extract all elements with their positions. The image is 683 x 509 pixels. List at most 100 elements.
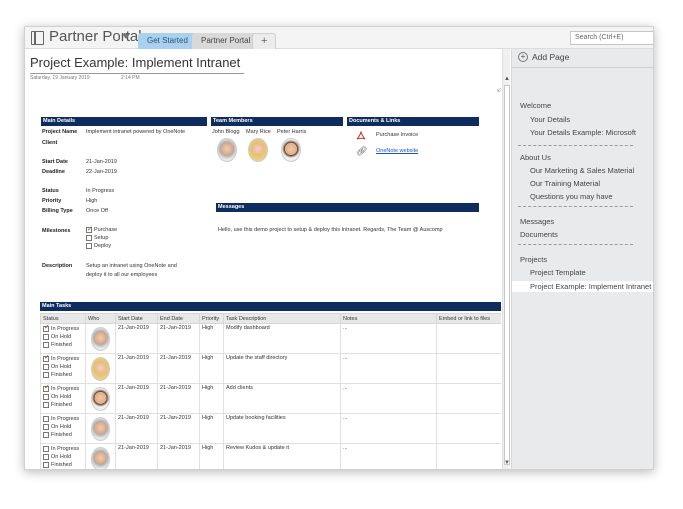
task-start-date[interactable]: 21-Jan-2019 [115,443,158,469]
task-description[interactable]: Review Kudos & update it [223,443,341,469]
add-section-tab[interactable]: + [252,33,277,49]
documents-header: Documents & Links [347,117,479,126]
member-name-mary: Mary Rice [246,129,271,135]
task-notes[interactable]: ... [340,353,437,384]
tasks-body: In ProgressOn HoldFinished21-Jan-201921-… [40,323,501,469]
status-checkbox[interactable] [43,462,49,468]
task-embed-files[interactable] [436,383,501,414]
milestone-setup-label: Setup [94,235,109,241]
avatar[interactable] [91,387,110,411]
task-priority[interactable]: High [199,323,224,354]
sidebar-page-item[interactable]: Project Template [530,268,586,277]
status-checkbox[interactable] [43,394,49,400]
milestone-setup-checkbox[interactable] [86,235,92,241]
status-checkbox[interactable] [43,334,49,340]
status-checkbox[interactable] [43,372,49,378]
sidebar-page-item[interactable]: Questions you may have [530,192,613,201]
task-notes[interactable]: ... [340,323,437,354]
sidebar-page-item[interactable]: Projects [520,255,547,264]
task-start-date[interactable]: 21-Jan-2019 [115,323,158,354]
sidebar-page-item[interactable]: About Us [520,153,551,162]
avatar[interactable] [91,417,110,441]
page-scrollbar[interactable]: ▲ ▼ [502,49,511,469]
status-checkbox[interactable] [43,416,49,422]
task-notes[interactable]: ... [340,383,437,414]
task-who-cell [85,443,116,469]
scroll-down-icon[interactable]: ▼ [503,459,511,467]
message-text[interactable]: Hello, use this demo project to setup & … [218,227,443,233]
add-page-button[interactable]: + Add Page [518,52,569,62]
status-checkbox[interactable] [43,364,49,370]
sidebar-page-item[interactable]: Welcome [520,101,551,110]
milestone-deploy-checkbox[interactable] [86,243,92,249]
description-line-2[interactable]: deploy it to all our employees [86,272,157,278]
search-input[interactable]: Search (Ctrl+E) [570,31,653,45]
sidebar-page-item[interactable]: Documents [520,230,558,239]
status-checkbox[interactable] [43,402,49,408]
deadline-value[interactable]: 22-Jan-2019 [86,169,117,175]
task-end-date[interactable]: 21-Jan-2019 [157,443,200,469]
avatar[interactable] [91,357,110,381]
tab-get-started[interactable]: Get Started [138,33,197,49]
billing-type-value[interactable]: Once Off [86,208,108,214]
status-value[interactable]: In Progress [86,188,114,194]
avatar-peter[interactable] [281,138,301,162]
sidebar-page-item[interactable]: Project Example: Implement Intranet [512,281,653,292]
chevron-down-icon[interactable] [122,34,130,39]
task-priority[interactable]: High [199,353,224,384]
status-checkbox[interactable] [43,324,50,332]
start-date-value[interactable]: 21-Jan-2019 [86,159,117,165]
sidebar-page-item[interactable]: Our Training Material [530,179,600,188]
task-description[interactable]: Modify dashboard [223,323,341,354]
pdf-icon[interactable] [356,131,366,141]
tab-partner-portal[interactable]: Partner Portal [192,33,260,49]
task-priority[interactable]: High [199,413,224,444]
task-embed-files[interactable] [436,413,501,444]
sidebar-page-item[interactable]: Your Details [530,115,570,124]
status-checkbox[interactable] [43,342,49,348]
onenote-website-link[interactable]: OneNote website [376,148,418,154]
task-status-cell: In Progress On Hold Finished [40,413,86,444]
status-checkbox[interactable] [43,354,50,362]
task-start-date[interactable]: 21-Jan-2019 [115,383,158,414]
task-description[interactable]: Add clients [223,383,341,414]
avatar-john[interactable] [217,138,237,162]
avatar-mary[interactable] [248,138,268,162]
status-option-label: Finished [51,402,72,408]
task-start-date[interactable]: 21-Jan-2019 [115,413,158,444]
description-line-1[interactable]: Setup an intranet using OneNote and [86,263,177,269]
sidebar-page-item[interactable]: Messages [520,217,554,226]
task-notes[interactable]: ... [340,413,437,444]
task-description[interactable]: Update the staff directory [223,353,341,384]
scroll-up-icon[interactable]: ▲ [503,75,511,83]
priority-value[interactable]: High [86,198,97,204]
task-end-date[interactable]: 21-Jan-2019 [157,353,200,384]
status-checkbox[interactable] [43,454,49,460]
task-embed-files[interactable] [436,443,501,469]
task-notes[interactable]: ... [340,443,437,469]
task-end-date[interactable]: 21-Jan-2019 [157,413,200,444]
task-description[interactable]: Update booking facilities [223,413,341,444]
task-start-date[interactable]: 21-Jan-2019 [115,353,158,384]
expand-icon[interactable]: ⤢ [497,83,501,94]
page-title[interactable]: Project Example: Implement Intranet [30,55,240,70]
status-checkbox[interactable] [43,424,49,430]
task-end-date[interactable]: 21-Jan-2019 [157,323,200,354]
task-priority[interactable]: High [199,443,224,469]
task-end-date[interactable]: 21-Jan-2019 [157,383,200,414]
milestone-purchase-checkbox[interactable] [86,225,93,233]
avatar[interactable] [91,447,110,469]
project-name-value[interactable]: Implement intranet powered by OneNote [86,129,185,135]
notebook-icon[interactable] [31,31,44,45]
task-priority[interactable]: High [199,383,224,414]
purchase-invoice-file[interactable]: Purchase Invoice [376,132,418,138]
status-checkbox[interactable] [43,432,49,438]
status-checkbox[interactable] [43,384,50,392]
status-checkbox[interactable] [43,446,49,452]
avatar[interactable] [91,327,110,351]
sidebar-page-item[interactable]: Your Details Example: Microsoft [530,128,636,137]
sidebar-page-item[interactable]: Our Marketing & Sales Material [530,166,634,175]
task-embed-files[interactable] [436,353,501,384]
scroll-thumb[interactable] [504,85,510,465]
task-embed-files[interactable] [436,323,501,354]
